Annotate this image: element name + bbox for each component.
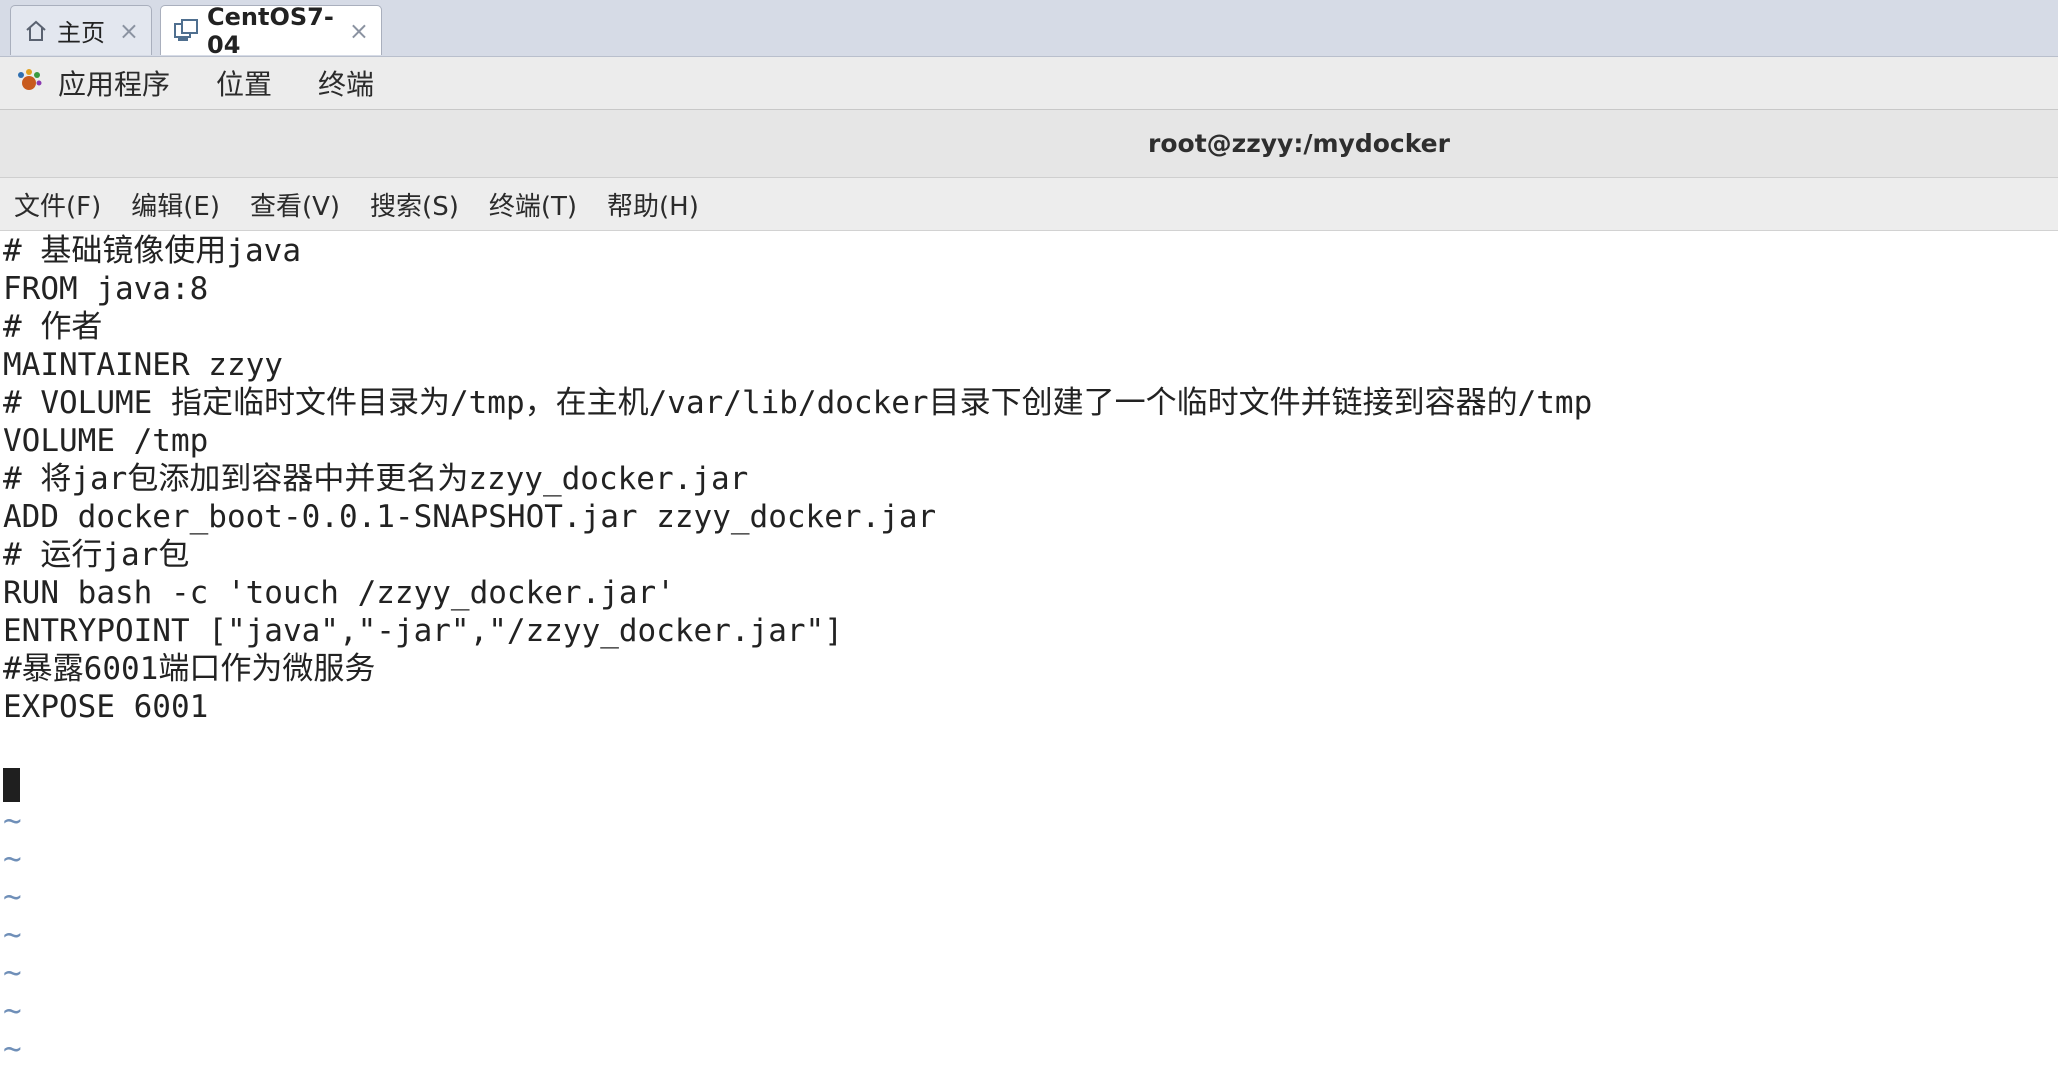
menu-terminal-app[interactable]: 终端: [318, 63, 374, 103]
home-icon: [23, 18, 49, 44]
cursor-line: [0, 764, 2058, 802]
menu-search[interactable]: 搜索(S): [370, 186, 459, 223]
menu-help[interactable]: 帮助(H): [607, 186, 699, 223]
terminal-content[interactable]: # 基础镜像使用java FROM java:8 # 作者 MAINTAINER…: [0, 232, 2058, 1086]
tab-home-label: 主页: [57, 19, 105, 47]
menu-file[interactable]: 文件(F): [14, 186, 101, 223]
editor-line: EXPOSE 6001: [3, 689, 209, 725]
editor-line: # 作者: [3, 309, 103, 345]
empty-line-marker: ~: [3, 955, 22, 991]
gnome-top-bar: 应用程序 位置 终端: [0, 57, 2058, 110]
empty-line-marker: ~: [3, 993, 22, 1029]
window-title-bar[interactable]: root@zzyy:/mydocker: [0, 110, 2058, 178]
tab-home[interactable]: 主页 ×: [10, 5, 152, 55]
editor-line: RUN bash -c 'touch /zzyy_docker.jar': [3, 575, 675, 611]
vm-icon: [173, 18, 199, 44]
editor-line: VOLUME /tmp: [3, 423, 209, 459]
menu-edit[interactable]: 编辑(E): [131, 186, 220, 223]
empty-line-marker: ~: [3, 841, 22, 877]
empty-line-marker: ~: [3, 879, 22, 915]
empty-line-marker: ~: [3, 1031, 22, 1067]
text-cursor: [3, 767, 20, 802]
editor-line: # 将jar包添加到容器中并更名为zzyy_docker.jar: [3, 461, 749, 497]
menu-terminal[interactable]: 终端(T): [489, 186, 577, 223]
tab-centos7-04[interactable]: CentOS7-04 ×: [160, 3, 382, 59]
close-icon[interactable]: ×: [119, 17, 139, 45]
editor-line: #暴露6001端口作为微服务: [3, 651, 376, 687]
editor-line: # 运行jar包: [3, 537, 190, 573]
editor-line: ADD docker_boot-0.0.1-SNAPSHOT.jar zzyy_…: [3, 499, 937, 535]
menu-applications[interactable]: 应用程序: [58, 63, 170, 103]
editor-line: ENTRYPOINT ["java","-jar","/zzyy_docker.…: [3, 613, 843, 649]
menu-places[interactable]: 位置: [216, 63, 272, 103]
gnome-foot-icon: [14, 67, 46, 99]
editor-line: FROM java:8: [3, 271, 209, 307]
editor-line: # 基础镜像使用java: [3, 233, 301, 269]
menu-view[interactable]: 查看(V): [250, 186, 340, 223]
empty-line-marker: ~: [3, 803, 22, 839]
empty-line-marker: ~: [3, 917, 22, 953]
editor-line: MAINTAINER zzyy: [3, 347, 283, 383]
window-title: root@zzyy:/mydocker: [1148, 129, 1450, 158]
editor-line: # VOLUME 指定临时文件目录为/tmp，在主机/var/lib/docke…: [3, 385, 1593, 421]
tab-centos7-04-label: CentOS7-04: [207, 2, 334, 59]
tab-strip: 主页 × CentOS7-04 ×: [0, 0, 2058, 59]
close-icon[interactable]: ×: [349, 17, 369, 45]
terminal-menu-bar: 文件(F) 编辑(E) 查看(V) 搜索(S) 终端(T) 帮助(H): [0, 178, 2058, 231]
